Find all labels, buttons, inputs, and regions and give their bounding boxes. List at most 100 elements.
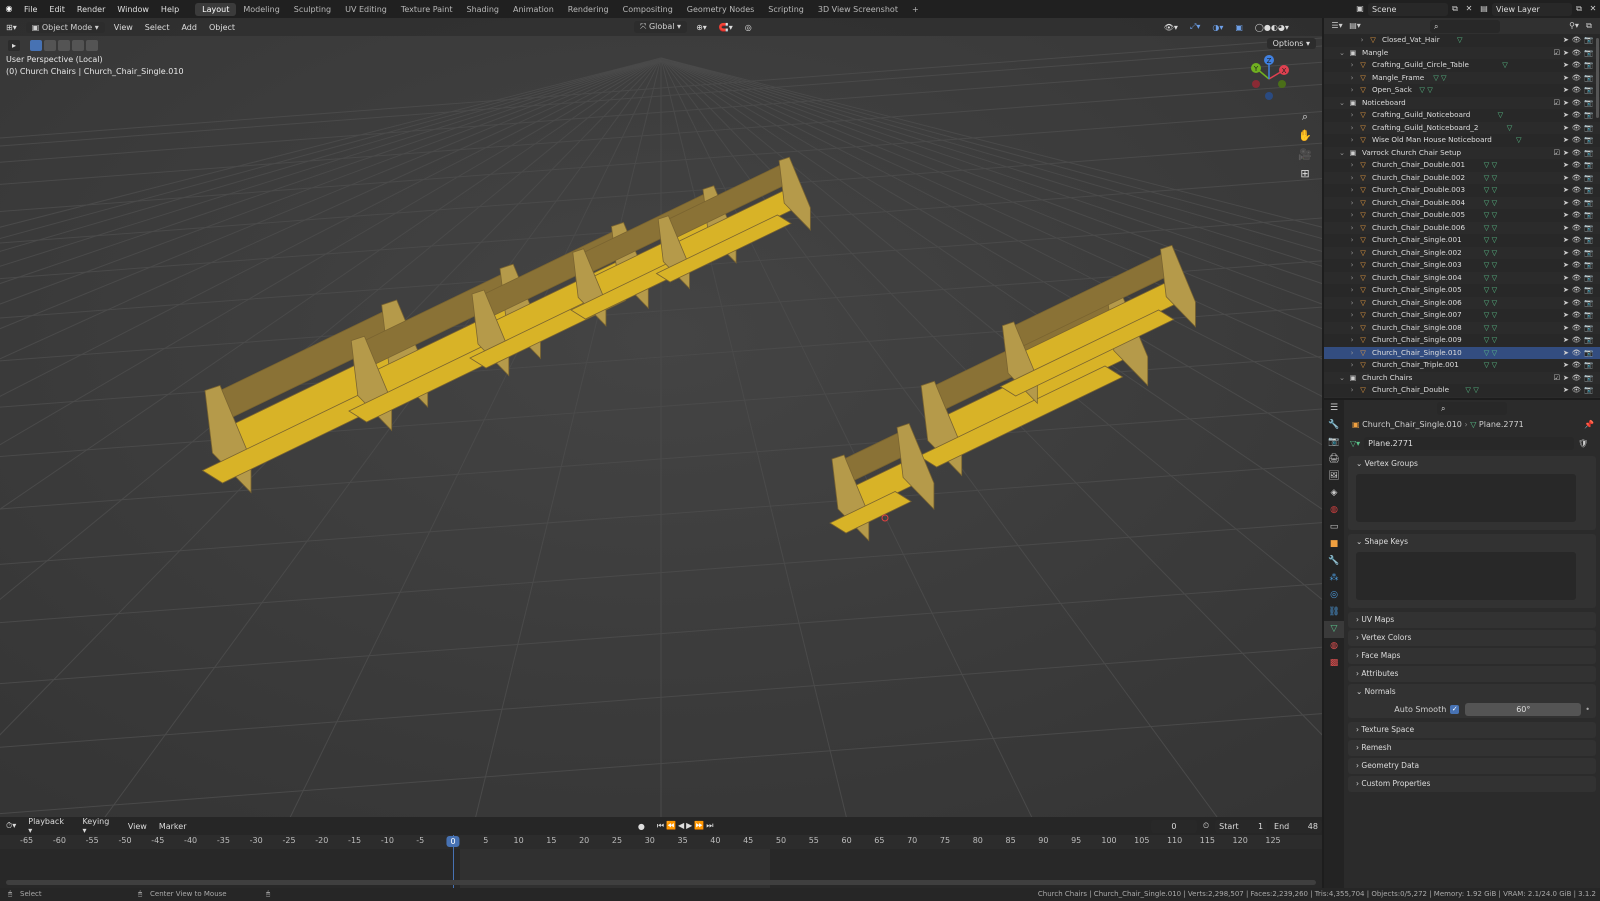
- texture-tab-icon[interactable]: ▩: [1324, 655, 1344, 672]
- mesh-data-icon[interactable]: ▽ ▽: [1484, 272, 1497, 285]
- mesh-data-icon[interactable]: ▽ ▽: [1465, 384, 1478, 397]
- shape-keys-list[interactable]: [1356, 552, 1576, 600]
- disclosure-triangle-icon[interactable]: ›: [1348, 359, 1356, 372]
- panel-shape-keys-header[interactable]: ⌄ Shape Keys: [1348, 534, 1596, 550]
- visibility-toggles-icon[interactable]: ➤👁📷: [1563, 322, 1596, 335]
- properties-editor-icon[interactable]: ☰: [1324, 400, 1344, 417]
- mesh-data-icon[interactable]: ▽ ▽: [1465, 397, 1478, 399]
- disclosure-triangle-icon[interactable]: ›: [1348, 272, 1356, 285]
- render-tab-icon[interactable]: 📷: [1324, 434, 1344, 451]
- visibility-toggles-icon[interactable]: ➤👁📷: [1563, 222, 1596, 235]
- visibility-toggles-icon[interactable]: ☑➤👁📷: [1553, 372, 1596, 385]
- disclosure-triangle-icon[interactable]: ›: [1348, 84, 1356, 97]
- disclosure-triangle-icon[interactable]: ›: [1348, 334, 1356, 347]
- collection-tab-icon[interactable]: ▭: [1324, 519, 1344, 536]
- outliner-object-row[interactable]: › ▽ Church_Chair_Double.006 ▽ ▽ ➤👁📷: [1324, 221, 1600, 235]
- mesh-data-icon[interactable]: ▽ ▽: [1484, 259, 1497, 272]
- mesh-data-icon[interactable]: ▽ ▽: [1484, 309, 1497, 322]
- scene-icon[interactable]: ▣: [1352, 2, 1368, 16]
- disclosure-triangle-icon[interactable]: ⌄: [1338, 97, 1346, 110]
- disclosure-triangle-icon[interactable]: ›: [1348, 234, 1356, 247]
- mesh-data-icon[interactable]: ▽: [1498, 109, 1504, 122]
- menu-marker[interactable]: Marker: [153, 822, 193, 831]
- fake-user-icon[interactable]: 🛡: [1578, 439, 1588, 448]
- visibility-toggles-icon[interactable]: ➤👁📷: [1563, 334, 1596, 347]
- outliner-object-row[interactable]: › ▽ Church_Chair_Single.004 ▽ ▽ ➤👁📷: [1324, 271, 1600, 285]
- visibility-toggles-icon[interactable]: ➤👁📷: [1563, 209, 1596, 222]
- navigation-gizmo[interactable]: X Y Z: [1244, 54, 1294, 104]
- disclosure-triangle-icon[interactable]: ›: [1348, 397, 1356, 399]
- auto-smooth-angle-field[interactable]: 60°: [1465, 702, 1582, 716]
- outliner-object-row[interactable]: › ▽ Church_Chair_Double.004 ▽ ▽ ➤👁📷: [1324, 196, 1600, 210]
- new-collection-icon[interactable]: ⧉: [1582, 19, 1596, 33]
- visibility-icon[interactable]: 👁▾: [1158, 23, 1184, 32]
- mesh-data-icon[interactable]: ▽ ▽: [1484, 297, 1497, 310]
- mesh-data-icon[interactable]: ▽: [1457, 34, 1463, 47]
- outliner-object-row[interactable]: › ▽ Church_Chair_Double ▽ ▽ ➤👁📷: [1324, 384, 1600, 397]
- disclosure-triangle-icon[interactable]: ⌄: [1338, 372, 1346, 385]
- auto-smooth-checkbox[interactable]: ✓: [1450, 704, 1460, 714]
- outliner-collection-row[interactable]: ⌄ ▣ Noticeboard ☑➤👁📷: [1324, 96, 1600, 110]
- workspace-tab-geometry-nodes[interactable]: Geometry Nodes: [680, 3, 761, 16]
- visibility-toggles-icon[interactable]: ➤👁📷: [1563, 359, 1596, 372]
- workspace-tab-shading[interactable]: Shading: [459, 3, 506, 16]
- menu-add[interactable]: Add: [175, 23, 203, 32]
- disclosure-triangle-icon[interactable]: ›: [1348, 384, 1356, 397]
- workspace-tab-layout[interactable]: Layout: [195, 2, 237, 16]
- mesh-data-icon[interactable]: ▽ ▽: [1484, 284, 1497, 297]
- disclosure-triangle-icon[interactable]: ›: [1348, 322, 1356, 335]
- menu-render[interactable]: Render: [71, 5, 111, 14]
- options-dropdown[interactable]: Options ▾: [1266, 38, 1316, 49]
- outliner-object-row[interactable]: › ▽ Church_Chair_Double.001 ▽ ▽ ➤👁📷: [1324, 159, 1600, 172]
- workspace-tab-animation[interactable]: Animation: [506, 3, 561, 16]
- tool-tab-icon[interactable]: 🔧: [1324, 417, 1344, 434]
- disclosure-triangle-icon[interactable]: ⌄: [1338, 47, 1346, 60]
- mesh-data-icon[interactable]: ▽: [1507, 122, 1513, 135]
- visibility-toggles-icon[interactable]: ➤👁📷: [1563, 172, 1596, 185]
- mesh-data-icon[interactable]: ▽ ▽: [1484, 222, 1497, 235]
- 3d-viewport[interactable]: ⊞▾ ▣ Object Mode ▾ View Select Add Objec…: [0, 18, 1322, 817]
- mesh-data-icon[interactable]: ▽: [1516, 134, 1522, 147]
- outliner-object-row[interactable]: › ▽ Church_Chair_Single.005 ▽ ▽ ➤👁📷: [1324, 284, 1600, 297]
- outliner-object-row[interactable]: › ▽ Crafting_Guild_Circle_Table ▽ ➤👁📷: [1324, 59, 1600, 72]
- object-tab-icon[interactable]: ■: [1324, 536, 1344, 553]
- modifier-tab-icon[interactable]: 🔧: [1324, 553, 1344, 570]
- timeline-ruler[interactable]: -65-60-55-50-45-40-35-30-25-20-15-10-505…: [0, 835, 1322, 849]
- mesh-data-icon[interactable]: ▽ ▽: [1484, 334, 1497, 347]
- shading-modes-icon[interactable]: ◯●◐◕▾: [1249, 23, 1295, 32]
- playback-controls[interactable]: ⏮⏪◀▶⏩⏭: [651, 821, 722, 831]
- select-extend-icon[interactable]: [44, 40, 56, 51]
- mesh-data-icon[interactable]: ▽ ▽: [1484, 247, 1497, 260]
- outliner-object-row[interactable]: › ▽ Church_Chair_Single.002 ▽ ▽ ➤👁📷: [1324, 246, 1600, 260]
- particles-tab-icon[interactable]: ⁂: [1324, 570, 1344, 587]
- vertex-groups-list[interactable]: [1356, 474, 1576, 522]
- outliner-object-row[interactable]: › ▽ Church_Chair_Double.005 ▽ ▽ ➤👁📷: [1324, 209, 1600, 222]
- visibility-toggles-icon[interactable]: ➤👁📷: [1563, 184, 1596, 197]
- menu-select[interactable]: Select: [139, 23, 176, 32]
- outliner-scrollbar[interactable]: [1596, 38, 1599, 118]
- select-invert-icon[interactable]: [72, 40, 84, 51]
- panel-attributes-header[interactable]: › Attributes: [1348, 666, 1596, 682]
- disclosure-triangle-icon[interactable]: ›: [1348, 247, 1356, 260]
- disclosure-triangle-icon[interactable]: ›: [1348, 172, 1356, 185]
- visibility-toggles-icon[interactable]: ➤👁📷: [1563, 109, 1596, 122]
- disclosure-triangle-icon[interactable]: ›: [1358, 34, 1366, 47]
- filter-icon[interactable]: ⚲▾: [1566, 19, 1582, 33]
- disclosure-triangle-icon[interactable]: ›: [1348, 197, 1356, 210]
- menu-view[interactable]: View: [108, 23, 139, 32]
- panel-texture-space-header[interactable]: › Texture Space: [1348, 722, 1596, 738]
- workspace-tab-3d-view-screenshot[interactable]: 3D View Screenshot: [811, 3, 905, 16]
- pan-hand-icon[interactable]: ✋: [1298, 129, 1312, 143]
- panel-face-maps-header[interactable]: › Face Maps: [1348, 648, 1596, 664]
- mesh-data-icon[interactable]: ▽ ▽: [1484, 159, 1497, 172]
- disclosure-triangle-icon[interactable]: ›: [1348, 284, 1356, 297]
- outliner-object-row[interactable]: › ▽ Church_Chair_Single.001 ▽ ▽ ➤👁📷: [1324, 234, 1600, 247]
- outliner-object-row[interactable]: › ▽ Church_Chair_Single.007 ▽ ▽ ➤👁📷: [1324, 309, 1600, 322]
- outliner-object-row[interactable]: › ▽ Open_Sack ▽ ▽ ➤👁📷: [1324, 84, 1600, 97]
- menu-help[interactable]: Help: [155, 5, 185, 14]
- disclosure-triangle-icon[interactable]: ›: [1348, 134, 1356, 147]
- snap-icon[interactable]: 🧲▾: [713, 23, 739, 32]
- outliner-object-row[interactable]: › ▽ Church_Chair_Single.010 ▽ ▽ ➤👁📷: [1324, 346, 1600, 359]
- outliner-object-row[interactable]: › ▽ Closed_Vat_Hair ▽ ➤👁📷: [1324, 34, 1600, 47]
- visibility-toggles-icon[interactable]: ➤👁📷: [1563, 284, 1596, 297]
